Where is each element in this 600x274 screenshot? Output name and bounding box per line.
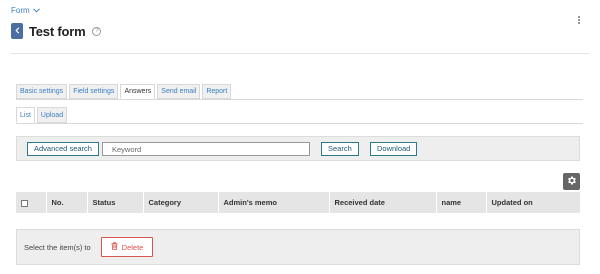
delete-button[interactable]: Delete	[101, 237, 153, 257]
column-header[interactable]: Updated on	[486, 192, 580, 213]
kebab-menu-icon[interactable]	[578, 16, 581, 24]
breadcrumb[interactable]: Form	[11, 6, 40, 15]
main-tabs: Basic settings Field settings Answers Se…	[16, 84, 232, 99]
tab-report[interactable]: Report	[202, 84, 232, 99]
chevron-down-icon	[32, 6, 40, 15]
tab-answers[interactable]: Answers	[120, 84, 156, 99]
back-button[interactable]	[11, 23, 23, 39]
advanced-search-button[interactable]: Advanced search	[27, 142, 99, 156]
gear-icon	[566, 173, 577, 191]
column-header[interactable]: Admin's memo	[218, 192, 330, 213]
column-header[interactable]: Received date	[329, 192, 437, 213]
select-all-cell	[16, 192, 47, 213]
page-title: Test form	[29, 23, 86, 39]
tab-basic-settings[interactable]: Basic settings	[16, 84, 68, 99]
bulk-action-panel: Select the item(s) to Delete	[16, 229, 580, 265]
chevron-left-icon	[14, 26, 20, 36]
tab-field-settings[interactable]: Field settings	[69, 84, 119, 99]
table-header-row: No. Status Category Admin's memo Receive…	[16, 192, 580, 213]
column-header[interactable]: No.	[46, 192, 88, 213]
delete-button-label: Delete	[121, 242, 144, 252]
subtab-list[interactable]: List	[16, 107, 35, 123]
header-divider	[11, 53, 589, 54]
search-button[interactable]: Search	[321, 142, 359, 156]
select-all-checkbox[interactable]	[21, 199, 28, 207]
tab-send-email[interactable]: Send email	[157, 84, 201, 99]
page-header: Test form ?	[11, 23, 102, 39]
column-header[interactable]: name	[436, 192, 487, 213]
keyword-input[interactable]	[102, 142, 310, 156]
trash-icon	[111, 242, 118, 252]
download-button[interactable]: Download	[370, 142, 418, 156]
breadcrumb-label[interactable]: Form	[11, 6, 30, 15]
question-circle-icon[interactable]: ?	[92, 26, 102, 36]
bulk-action-label: Select the item(s) to	[24, 243, 91, 252]
tabs-divider	[16, 99, 583, 100]
subtab-upload[interactable]: Upload	[36, 107, 68, 123]
subtabs-divider	[16, 123, 583, 124]
sub-tabs: List Upload	[16, 107, 68, 123]
search-panel: Advanced search Search Download	[16, 136, 580, 161]
column-header[interactable]: Status	[87, 192, 144, 213]
column-header[interactable]: Category	[143, 192, 219, 213]
answers-table: No. Status Category Admin's memo Receive…	[16, 192, 580, 213]
column-settings-button[interactable]	[563, 173, 580, 190]
